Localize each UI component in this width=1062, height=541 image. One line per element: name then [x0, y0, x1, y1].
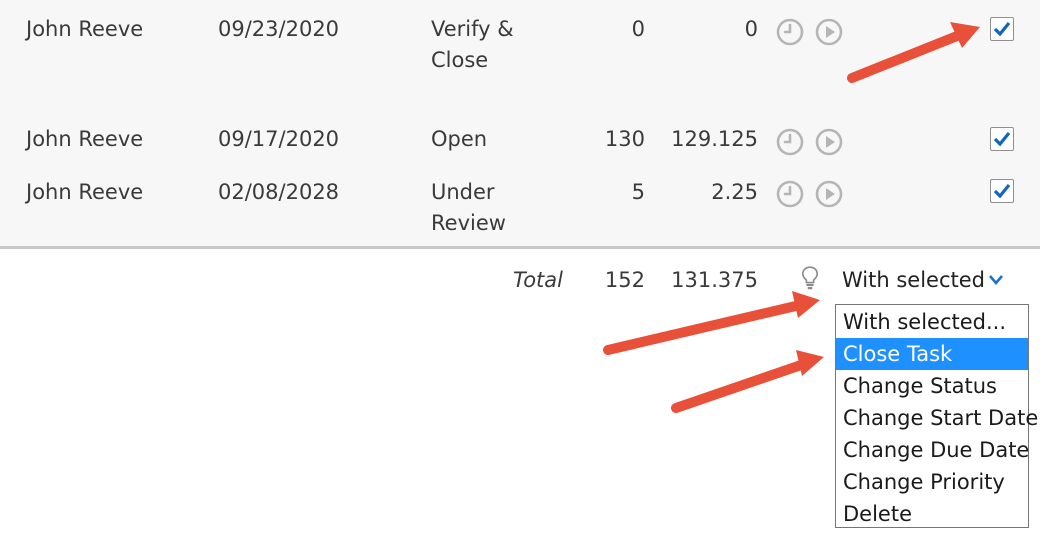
- annotation-arrows: [603, 22, 980, 413]
- annotation-arrow: [671, 350, 824, 413]
- annotation-arrow: [603, 291, 820, 355]
- annotation-arrow: [847, 22, 980, 83]
